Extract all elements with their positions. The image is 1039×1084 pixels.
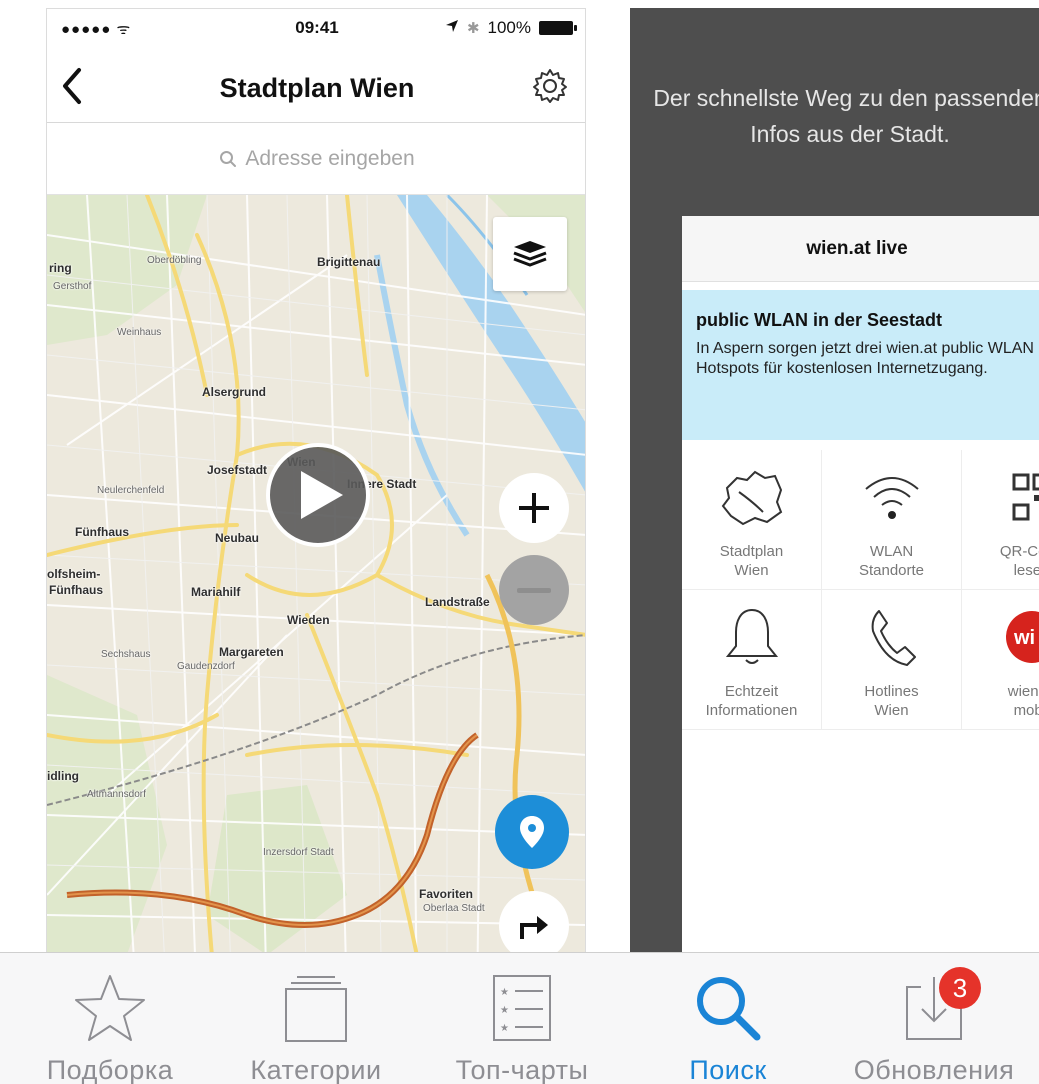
svg-text:★: ★ <box>500 987 509 998</box>
top-charts-icon: ★ ★ ★ <box>485 973 559 1043</box>
map-label: Fünfhaus <box>75 525 129 539</box>
tab-label: Подборка <box>46 1055 174 1084</box>
grid-item-label: Echtzeit Informationen <box>705 683 798 719</box>
settings-button[interactable] <box>531 67 569 105</box>
tab-top-charts[interactable]: ★ ★ ★ Топ-чарты <box>422 953 622 1084</box>
status-bar: ●●●●● ᯤ 09:41 ✱ 100% <box>47 9 585 49</box>
search-icon <box>220 150 237 167</box>
map-label: Brigittenau <box>317 255 381 269</box>
page-title: Stadtplan Wien <box>219 73 415 103</box>
map-label: olfsheim- <box>47 567 101 581</box>
map-label: Inzersdorf Stadt <box>263 847 334 858</box>
zoom-in-button[interactable] <box>499 473 569 543</box>
tab-label: Топ-чарты <box>455 1055 589 1084</box>
search-icon <box>691 973 765 1043</box>
grid-item-label: wien.at mobil <box>1007 683 1039 719</box>
map-label: Alsergrund <box>202 385 267 399</box>
stadtplan-screenshot: ●●●●● ᯤ 09:41 ✱ 100% Stadtplan Wien Adre… <box>46 8 586 1008</box>
city-map-icon <box>717 462 787 532</box>
grid-item-wlan[interactable]: WLAN Standorte <box>822 450 962 590</box>
map-label: Neubau <box>215 531 260 545</box>
route-button[interactable] <box>499 891 569 961</box>
grid-item-stadtplan[interactable]: Stadtplan Wien <box>682 450 822 590</box>
zoom-out-button[interactable] <box>499 555 569 625</box>
qr-code-icon <box>997 462 1039 532</box>
updates-icon: 3 <box>897 967 981 1043</box>
search-placeholder: Adresse eingeben <box>245 146 415 170</box>
map-label: Oberlaa Stadt <box>423 903 485 914</box>
bell-icon <box>717 602 787 672</box>
search-input[interactable]: Adresse eingeben <box>47 123 585 195</box>
map-label: Neulerchenfeld <box>97 485 165 496</box>
grid-item-label: WLAN Standorte <box>858 543 925 579</box>
my-location-button[interactable] <box>495 795 569 869</box>
wien-logo-icon: wi <box>997 602 1039 672</box>
route-arrow-icon <box>520 916 548 939</box>
location-pin-icon <box>520 816 544 848</box>
city-map[interactable]: ringBrigittenauAlsergrundJosefstadtWienI… <box>47 195 585 1007</box>
map-label: Gersthof <box>53 281 92 292</box>
updates-badge: 3 <box>939 967 981 1009</box>
map-label: ring <box>49 261 72 275</box>
map-label: idling <box>47 769 79 783</box>
svg-text:★: ★ <box>500 1005 509 1016</box>
map-label: Sechshaus <box>101 649 151 660</box>
phone-icon <box>857 602 927 672</box>
news-title: public WLAN in der Seestadt <box>696 310 943 330</box>
tab-updates[interactable]: 3 Обновления <box>834 953 1034 1084</box>
play-video-button[interactable] <box>266 443 370 547</box>
promo-line-2: Infos aus der Stadt. <box>750 121 950 147</box>
map-label: Fünfhaus <box>49 583 103 597</box>
tab-categories[interactable]: Категории <box>216 953 416 1084</box>
news-body: In Aspern sorgen jetzt drei wien.at publ… <box>696 340 1034 377</box>
grid-item-wien-mobil[interactable]: wi wien.at mobil <box>962 590 1039 730</box>
app-store-screenshot: ●●●●● ᯤ 09:41 ✱ 100% Stadtplan Wien Adre… <box>0 0 1039 1084</box>
map-label: Altmannsdorf <box>87 789 146 800</box>
grid-item-echtzeit[interactable]: Echtzeit Informationen <box>682 590 822 730</box>
battery-percent: 100% <box>487 18 531 37</box>
plus-icon <box>519 493 549 523</box>
tab-search[interactable]: Поиск <box>628 953 828 1084</box>
svg-text:wi: wi <box>1013 627 1035 649</box>
wifi-icon <box>857 462 927 532</box>
navigation-bar: Stadtplan Wien <box>47 49 585 123</box>
wien-app-preview: wien.at live public WLAN in der Seestadt… <box>682 216 1039 1008</box>
tab-featured[interactable]: Подборка <box>10 953 210 1084</box>
map-label: Gaudenzdorf <box>177 661 235 672</box>
play-icon <box>301 471 343 519</box>
svg-text:★: ★ <box>500 1023 509 1034</box>
map-label: Landstraße <box>425 595 490 609</box>
minus-icon <box>517 587 551 593</box>
news-card[interactable]: public WLAN in der Seestadt In Aspern so… <box>682 290 1039 440</box>
battery-icon <box>539 21 577 35</box>
map-label: Weinhaus <box>117 327 162 338</box>
app-header-title: wien.at live <box>682 216 1039 282</box>
gear-icon <box>533 69 567 103</box>
grid-item-label: Hotlines Wien <box>864 683 919 719</box>
layers-icon <box>513 241 547 267</box>
map-label: Margareten <box>219 645 284 659</box>
map-label: Mariahilf <box>191 585 241 599</box>
status-right: ✱ 100% <box>445 18 577 38</box>
map-label: Josefstadt <box>207 463 268 477</box>
tab-label: Поиск <box>689 1055 767 1084</box>
app-store-tab-bar: Подборка Категории ★ ★ ★ Топ-чарты Поиск 3 <box>0 952 1039 1084</box>
promo-tagline: Der schnellste Weg zu den passenden Info… <box>630 80 1039 152</box>
promo-line-1: Der schnellste Weg zu den passenden <box>653 85 1039 111</box>
tab-label: Обновления <box>853 1055 1015 1084</box>
grid-item-label: Stadtplan Wien <box>719 543 784 579</box>
categories-icon <box>279 973 353 1043</box>
grid-item-hotlines[interactable]: Hotlines Wien <box>822 590 962 730</box>
tab-label: Категории <box>250 1055 382 1084</box>
bluetooth-icon: ✱ <box>466 20 480 37</box>
promo-panel: Der schnellste Weg zu den passenden Info… <box>630 8 1039 1008</box>
map-label: Favoriten <box>419 887 474 901</box>
map-label: Oberdöbling <box>147 255 202 266</box>
layers-button[interactable] <box>493 217 567 291</box>
star-icon <box>73 973 147 1043</box>
map-label: Wieden <box>287 613 330 627</box>
grid-item-label: QR-Code lesen <box>999 543 1039 579</box>
location-arrow-icon <box>445 18 459 38</box>
grid-item-qr[interactable]: QR-Code lesen <box>962 450 1039 590</box>
